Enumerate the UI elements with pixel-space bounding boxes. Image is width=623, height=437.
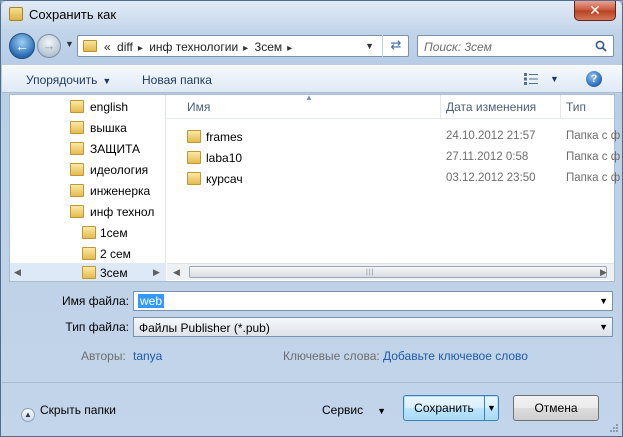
file-row-laba10[interactable]: laba10 27.11.2012 0:58 Папка с ф	[167, 147, 620, 168]
browser-pane: english вышка ЗАЩИТА идеология инженерка…	[9, 93, 620, 282]
folder-icon	[82, 226, 96, 239]
help-icon[interactable]: ?	[586, 71, 602, 87]
file-row-frames[interactable]: frames 24.10.2012 21:57 Папка с ф	[167, 126, 620, 147]
save-as-dialog: Сохранить как ✕ ← → ▼ « diff ▸ инф технол…	[0, 0, 623, 437]
chevron-down-icon: ▼	[377, 406, 387, 416]
column-divider[interactable]	[560, 95, 561, 119]
folder-icon	[187, 172, 201, 185]
breadcrumb: « diff ▸ инф технологии ▸ 3сем ▸	[104, 40, 295, 54]
sort-ascending-icon: ▲	[305, 93, 313, 102]
breadcrumb-overflow[interactable]: «	[104, 40, 111, 54]
folder-icon	[187, 151, 201, 164]
hide-folders-label: Скрыть папки	[40, 403, 116, 417]
navigation-pane: english вышка ЗАЩИТА идеология инженерка…	[10, 95, 166, 281]
folder-icon	[82, 247, 96, 260]
search-placeholder: Поиск: 3сем	[424, 40, 492, 54]
chevron-right-icon[interactable]: ▸	[243, 43, 248, 54]
scroll-right-icon[interactable]: ▶	[153, 267, 160, 278]
filename-input[interactable]: web ▼	[133, 291, 613, 311]
column-header-row: ▲ Имя Дата изменения Тип	[167, 93, 614, 119]
hide-folders-button[interactable]: ▲ Скрыть папки	[21, 403, 116, 422]
window-title: Сохранить как	[29, 7, 117, 22]
save-button[interactable]: Сохранить ▼	[403, 395, 499, 421]
chevron-down-icon[interactable]: ▼	[599, 296, 608, 306]
save-label: Сохранить	[414, 401, 474, 415]
dialog-icon	[9, 7, 23, 21]
view-options-icon[interactable]	[524, 73, 538, 85]
nav-horizontal-scrollbar[interactable]: ◀ ▶	[10, 265, 165, 281]
address-bar[interactable]: « diff ▸ инф технологии ▸ 3сем ▸ ▼	[77, 35, 409, 57]
chevron-right-icon[interactable]: ▸	[287, 43, 292, 54]
back-arrow-icon: ←	[15, 38, 29, 54]
resize-grip-icon[interactable]	[608, 422, 618, 432]
scroll-right-icon[interactable]: ▶	[600, 267, 607, 278]
keywords-label: Ключевые слова:	[283, 349, 380, 363]
column-divider[interactable]	[440, 95, 441, 119]
folder-icon	[187, 130, 201, 143]
folder-icon	[70, 163, 84, 176]
title-bar[interactable]: Сохранить как ✕	[1, 1, 622, 29]
filetype-label: Тип файла:	[65, 320, 129, 334]
chevron-right-icon[interactable]: ▸	[138, 43, 143, 54]
filetype-value: Файлы Publisher (*.pub)	[139, 321, 270, 335]
tree-item-zashchita[interactable]: ЗАЩИТА	[10, 139, 165, 159]
folder-icon	[70, 205, 84, 218]
scroll-left-icon[interactable]: ◀	[173, 267, 180, 278]
grip-icon: |||	[366, 269, 375, 276]
keywords-value[interactable]: Добавьте ключевое слово	[383, 349, 528, 363]
filetype-select[interactable]: Файлы Publisher (*.pub) ▼	[133, 317, 613, 337]
chevron-up-icon: ▲	[21, 408, 35, 422]
breadcrumb-item-inf-tech[interactable]: инф технологии	[149, 40, 238, 54]
tree-item-inf-technol[interactable]: инф технол	[10, 202, 165, 222]
file-row-kursach[interactable]: курсач 03.12.2012 23:50 Папка с ф	[167, 168, 620, 189]
refresh-icon: ⇄	[390, 37, 402, 52]
folder-icon	[70, 184, 84, 197]
search-icon[interactable]	[595, 40, 607, 52]
folder-icon	[70, 121, 84, 134]
recent-pages-dropdown[interactable]: ▼	[65, 39, 74, 49]
file-list-horizontal-scrollbar[interactable]: ◀ ||| ▶	[167, 263, 614, 280]
folder-icon	[70, 100, 84, 113]
close-button[interactable]: ✕	[574, 1, 616, 21]
file-list: ▲ Имя Дата изменения Тип frames 24.10.20…	[167, 93, 620, 281]
chevron-down-icon[interactable]: ▼	[599, 322, 608, 332]
split-divider	[484, 396, 485, 420]
tree-item-inzhenerka[interactable]: инженерка	[10, 181, 165, 201]
refresh-button[interactable]: ⇄	[382, 35, 409, 57]
chevron-down-icon: ▼	[102, 76, 112, 86]
cancel-button[interactable]: Отмена	[513, 395, 599, 421]
forward-button[interactable]: →	[37, 34, 61, 58]
filename-label: Имя файла:	[62, 294, 129, 308]
new-folder-button[interactable]: Новая папка	[142, 73, 212, 87]
view-dropdown[interactable]: ▼	[550, 74, 559, 84]
scroll-left-icon[interactable]: ◀	[14, 267, 21, 278]
tools-button[interactable]: Сервис ▼	[322, 403, 386, 417]
tree-item-english[interactable]: english	[10, 97, 165, 117]
tree-item-vyshka[interactable]: вышка	[10, 118, 165, 138]
authors-value[interactable]: tanya	[133, 349, 162, 363]
scrollbar-thumb[interactable]: |||	[189, 266, 607, 278]
tree-item-2sem[interactable]: 2 сем	[10, 244, 165, 264]
search-box[interactable]: Поиск: 3сем	[417, 35, 614, 57]
organize-button[interactable]: Упорядочить ▼	[26, 73, 111, 87]
footer-divider	[2, 382, 622, 383]
folder-icon	[83, 40, 97, 52]
address-dropdown[interactable]: ▼	[365, 41, 374, 51]
tree-item-1sem[interactable]: 1сем	[10, 223, 165, 243]
filename-value: web	[138, 294, 165, 308]
breadcrumb-item-diff[interactable]: diff	[117, 40, 133, 54]
column-header-name[interactable]: Имя	[187, 100, 210, 114]
back-button[interactable]: ←	[9, 33, 35, 59]
save-options-dropdown[interactable]: ▼	[487, 396, 496, 420]
forward-arrow-icon: →	[42, 38, 56, 53]
column-header-date[interactable]: Дата изменения	[446, 100, 536, 114]
folder-icon	[70, 142, 84, 155]
column-header-type[interactable]: Тип	[566, 100, 586, 114]
breadcrumb-item-3sem[interactable]: 3сем	[255, 40, 283, 54]
tools-label: Сервис	[322, 403, 364, 417]
tree-item-ideologiya[interactable]: идеология	[10, 160, 165, 180]
authors-label: Авторы:	[81, 349, 126, 363]
command-bar: Упорядочить ▼ Новая папка ▼ ?	[2, 65, 622, 93]
organize-label: Упорядочить	[26, 73, 98, 87]
